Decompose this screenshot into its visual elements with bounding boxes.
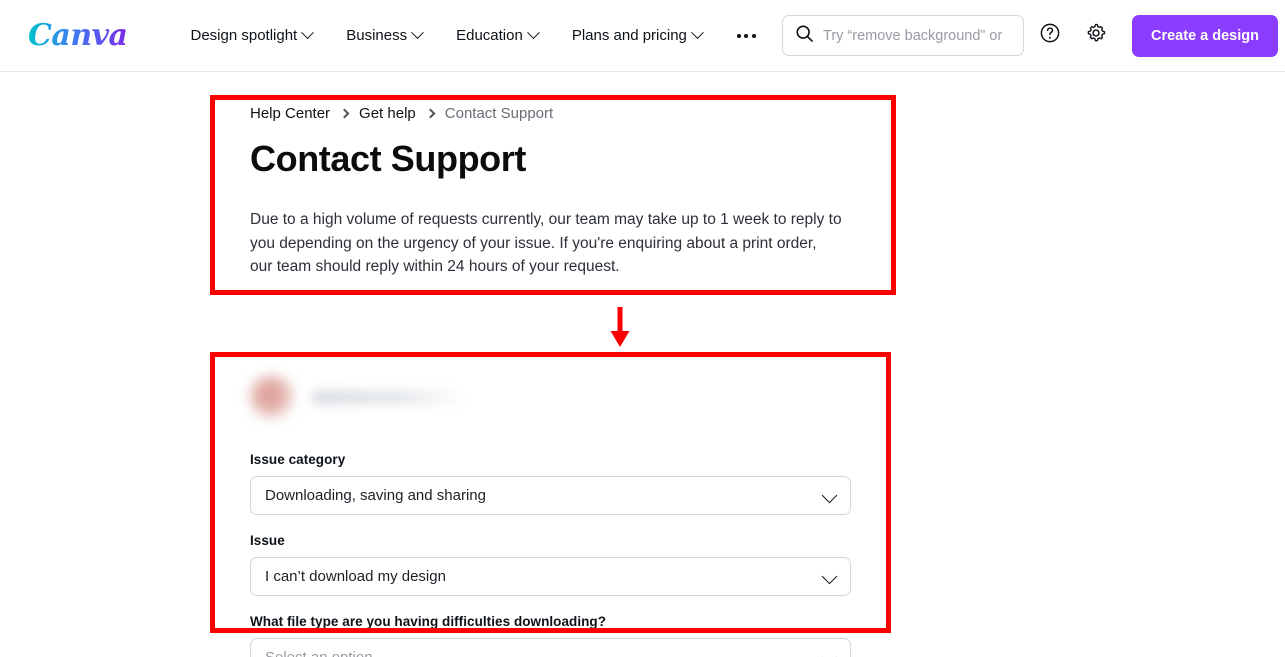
issue-category-select[interactable]: Downloading, saving and sharing	[250, 476, 851, 515]
breadcrumb-item-help-center[interactable]: Help Center	[250, 105, 330, 122]
chevron-down-icon	[822, 569, 838, 585]
create-a-design-button[interactable]: Create a design	[1132, 15, 1278, 57]
breadcrumb-item-contact-support: Contact Support	[445, 105, 553, 122]
field-issue: Issue I can’t download my design	[250, 533, 851, 596]
contact-support-form: Issue category Downloading, saving and s…	[250, 452, 851, 657]
nav-item-business[interactable]: Business	[329, 19, 439, 52]
dot	[737, 34, 741, 38]
user-name-redacted	[312, 390, 462, 405]
chevron-down-icon	[301, 26, 314, 39]
select-value: Downloading, saving and sharing	[265, 487, 486, 504]
file-type-select[interactable]: Select an option	[250, 638, 851, 657]
header-actions: Create a design	[782, 15, 1285, 57]
page-title: Contact Support	[250, 138, 526, 180]
avatar	[250, 375, 294, 419]
field-label: Issue	[250, 533, 851, 548]
field-label: Issue category	[250, 452, 851, 467]
nav-item-plans-and-pricing[interactable]: Plans and pricing	[555, 19, 719, 52]
chevron-down-icon	[822, 650, 838, 657]
nav-label: Design spotlight	[191, 27, 298, 44]
chevron-right-icon	[340, 109, 350, 119]
nav-item-design-spotlight[interactable]: Design spotlight	[174, 19, 330, 52]
gear-icon	[1085, 22, 1107, 49]
field-file-type: What file type are you having difficulti…	[250, 614, 851, 657]
canva-logo[interactable]: Canva	[28, 21, 128, 51]
nav-label: Plans and pricing	[572, 27, 687, 44]
chevron-down-icon	[527, 26, 540, 39]
search-box[interactable]	[782, 15, 1024, 56]
chevron-right-icon	[425, 109, 435, 119]
annotation-down-arrow	[606, 305, 634, 355]
chevron-down-icon	[822, 488, 838, 504]
redacted-user-row	[250, 375, 462, 419]
nav-item-education[interactable]: Education	[439, 19, 555, 52]
page-root: Canva Design spotlight Business Educatio…	[0, 0, 1285, 657]
breadcrumb: Help Center Get help Contact Support	[250, 105, 553, 122]
page-lead-paragraph: Due to a high volume of requests current…	[250, 208, 842, 279]
help-button[interactable]	[1030, 16, 1070, 56]
select-value: Select an option	[265, 649, 373, 657]
dot	[744, 34, 748, 38]
field-label: What file type are you having difficulti…	[250, 614, 851, 629]
nav-label: Education	[456, 27, 523, 44]
nav-label: Business	[346, 27, 407, 44]
chevron-down-icon	[411, 26, 424, 39]
chevron-down-icon	[691, 26, 704, 39]
question-circle-icon	[1039, 22, 1061, 49]
issue-select[interactable]: I can’t download my design	[250, 557, 851, 596]
field-issue-category: Issue category Downloading, saving and s…	[250, 452, 851, 515]
settings-button[interactable]	[1076, 16, 1116, 56]
select-value: I can’t download my design	[265, 568, 446, 585]
search-input[interactable]	[823, 28, 1011, 44]
main-nav: Design spotlight Business Education Plan…	[174, 19, 770, 52]
breadcrumb-item-get-help[interactable]: Get help	[359, 105, 416, 122]
site-header: Canva Design spotlight Business Educatio…	[0, 0, 1285, 72]
more-menu-button[interactable]	[723, 22, 770, 50]
dot	[752, 34, 756, 38]
search-icon	[795, 24, 814, 48]
